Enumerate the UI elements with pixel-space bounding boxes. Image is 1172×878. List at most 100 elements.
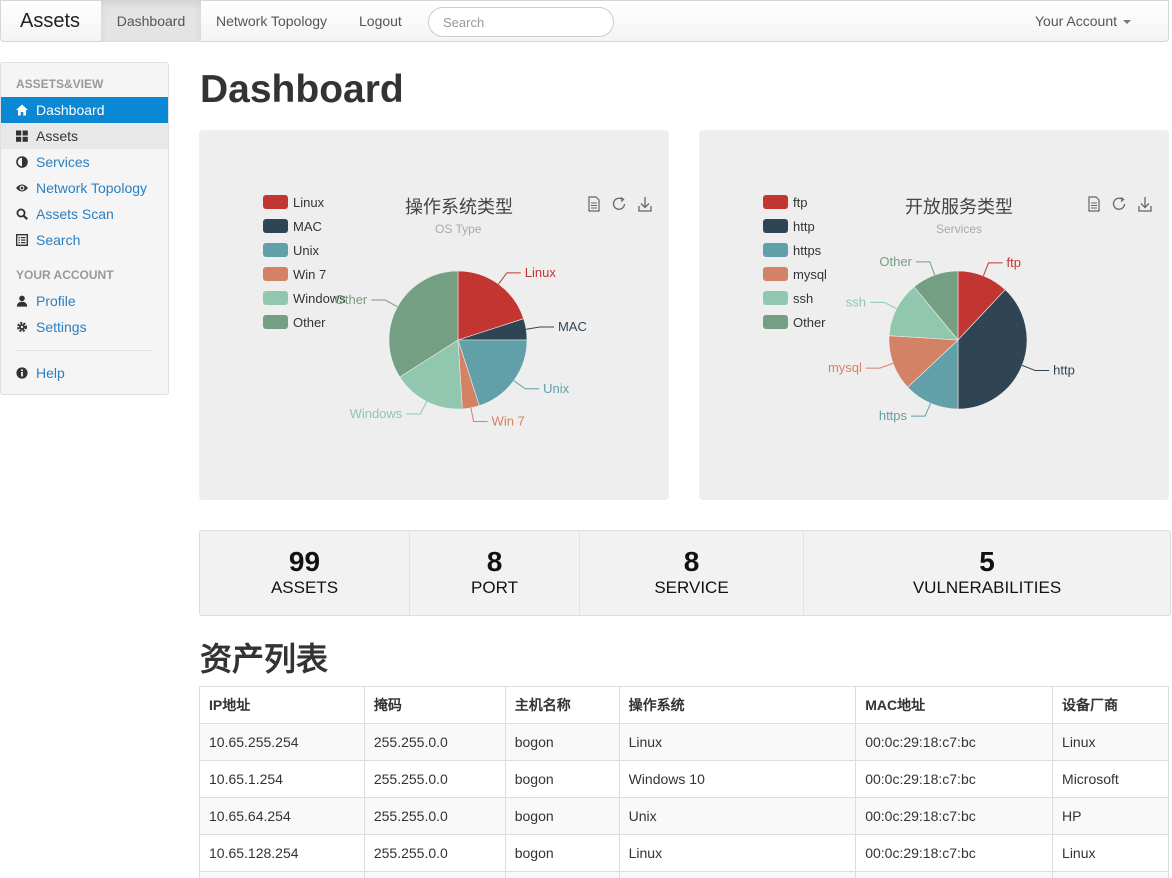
cell-ip: 10.65.1.254 — [199, 760, 365, 798]
table-row[interactable]: 10.65.255.254 255.255.0.0 bogon Linux 00:0c:… — [199, 723, 1169, 761]
stat-assets[interactable]: 99 ASSETS — [200, 531, 409, 615]
pie-label-line — [982, 262, 1003, 277]
pie-label: Other — [879, 254, 912, 269]
stat-service[interactable]: 8 SERVICE — [579, 531, 803, 615]
sidebar-item-assets-scan[interactable]: Assets Scan — [1, 201, 168, 227]
col-vendor[interactable]: 设备厂商 — [1052, 686, 1169, 724]
sidebar-item-label: Help — [36, 365, 65, 381]
nav-logout[interactable]: Logout — [344, 1, 417, 42]
sidebar-item-label: Search — [36, 232, 81, 248]
cell-mask: 255.255.0.0 — [363, 834, 506, 872]
sidebar-item-profile[interactable]: Profile — [1, 288, 168, 314]
col-ip[interactable]: IP地址 — [199, 686, 365, 724]
stat-label: ASSETS — [270, 578, 339, 597]
stat-label: VULNERABILITIES — [912, 578, 1062, 597]
sidebar: ASSETS&VIEW Dashboard Assets Services Ne… — [0, 62, 169, 395]
pie-label: mysql — [828, 360, 862, 375]
sidebar-item-network-topology[interactable]: Network Topology — [1, 175, 168, 201]
table-row[interactable]: 10.65.64.254 255.255.0.0 bogon Unix 00:0c:29… — [199, 797, 1169, 835]
sidebar-item-label: Services — [36, 154, 90, 170]
sidebar-item-label: Assets — [36, 128, 79, 144]
stat-label: SERVICE — [654, 578, 729, 597]
table-row[interactable] — [199, 871, 1169, 878]
col-mac[interactable]: MAC地址 — [855, 686, 1054, 724]
stat-vulnerabilities[interactable]: 5 VULNERABILITIES — [803, 531, 1170, 615]
sidebar-item-help[interactable]: Help — [1, 360, 168, 386]
sidebar-header-assets-view: ASSETS&VIEW — [16, 77, 104, 91]
cog-icon — [17, 322, 27, 332]
pie-label: Other — [335, 292, 368, 307]
sidebar-item-dashboard[interactable]: Dashboard — [1, 97, 168, 123]
sidebar-divider — [16, 350, 153, 351]
pie-label: MAC — [558, 319, 587, 334]
col-hostname[interactable]: 主机名称 — [504, 686, 620, 724]
cell-vendor: Linux — [1052, 834, 1169, 872]
account-dropdown[interactable]: Your Account — [1035, 1, 1131, 42]
services-chart-panel: ftp http https mysql ssh Other 开放服务类型 Se… — [699, 130, 1169, 500]
pie-label: http — [1053, 363, 1075, 378]
adjust-icon — [16, 156, 28, 168]
cell-ip: 10.65.128.254 — [199, 834, 365, 872]
stat-port[interactable]: 8 PORT — [409, 531, 579, 615]
pie-label-line — [1021, 364, 1050, 372]
cell-hostname: bogon — [504, 760, 620, 798]
pie-label: ssh — [846, 294, 866, 309]
table-row[interactable]: 10.65.1.254 255.255.0.0 bogon Windows 10 00:… — [199, 760, 1169, 798]
sidebar-item-search[interactable]: Search — [1, 227, 168, 253]
account-label: Your Account — [1035, 13, 1117, 29]
cell-vendor: Microsoft — [1052, 760, 1169, 798]
sidebar-item-settings[interactable]: Settings — [1, 314, 168, 340]
col-mask[interactable]: 掩码 — [363, 686, 506, 724]
cell-mac — [855, 871, 1054, 878]
pie-label-line — [870, 301, 897, 310]
home-icon — [16, 104, 28, 116]
list-alt-icon — [16, 234, 28, 246]
cell-hostname: bogon — [504, 723, 620, 761]
eye-icon — [16, 184, 28, 192]
search-icon — [16, 208, 28, 220]
pie-label: Linux — [525, 265, 557, 280]
cell-vendor: HP — [1052, 797, 1169, 835]
stat-number: 8 — [486, 546, 503, 577]
pie-label: Win 7 — [492, 414, 525, 429]
stat-label: PORT — [471, 578, 518, 597]
cell-os: Linux — [618, 723, 857, 761]
cell-ip — [199, 871, 365, 878]
stats-bar: 99 ASSETS 8 PORT 8 SERVICE 5 VULNERABILITIES — [199, 530, 1171, 616]
cell-mac: 00:0c:29:18:c7:bc — [855, 834, 1054, 872]
cell-os — [618, 871, 857, 878]
os-pie-chart: Linux MAC Unix Win 7 Windows Other — [335, 265, 587, 429]
sidebar-item-label: Profile — [36, 293, 76, 309]
cell-ip: 10.65.64.254 — [199, 797, 365, 835]
page-title: Dashboard — [200, 68, 404, 111]
sidebar-item-label: Settings — [36, 319, 87, 335]
cell-mac: 00:0c:29:18:c7:bc — [855, 723, 1054, 761]
sidebar-item-assets[interactable]: Assets — [1, 123, 168, 149]
cell-ip: 10.65.255.254 — [199, 723, 365, 761]
table-header-row: IP地址 掩码 主机名称 操作系统 MAC地址 设备厂商 — [199, 686, 1169, 724]
col-os[interactable]: 操作系统 — [618, 686, 857, 724]
cell-hostname: bogon — [504, 797, 620, 835]
asset-list-title: 资产列表 — [200, 640, 329, 678]
sidebar-item-label: Dashboard — [36, 102, 105, 118]
nav-network-topology[interactable]: Network Topology — [201, 1, 342, 42]
cell-hostname — [504, 871, 620, 878]
table-row[interactable]: 10.65.128.254 255.255.0.0 bogon Linux 00:0c:… — [199, 834, 1169, 872]
sidebar-item-label: Network Topology — [36, 180, 148, 196]
cell-os: Linux — [618, 834, 857, 872]
cell-mac: 00:0c:29:18:c7:bc — [855, 797, 1054, 835]
os-type-chart-panel: Linux MAC Unix Win 7 Windows Other 操作系统类… — [199, 130, 669, 500]
caret-down-icon — [1123, 20, 1131, 25]
cell-mask: 255.255.0.0 — [363, 797, 506, 835]
pie-label: Windows — [350, 406, 403, 421]
sidebar-item-services[interactable]: Services — [1, 149, 168, 175]
cell-mask: 255.255.0.0 — [363, 723, 506, 761]
brand-logo[interactable]: Assets — [20, 10, 80, 33]
nav-dashboard[interactable]: Dashboard — [101, 1, 201, 42]
info-sign-icon — [16, 367, 28, 379]
cell-os: Windows 10 — [618, 760, 857, 798]
search-input[interactable] — [428, 7, 614, 37]
user-icon — [16, 295, 28, 307]
th-large-icon — [16, 130, 28, 142]
pie-label: Unix — [543, 381, 570, 396]
